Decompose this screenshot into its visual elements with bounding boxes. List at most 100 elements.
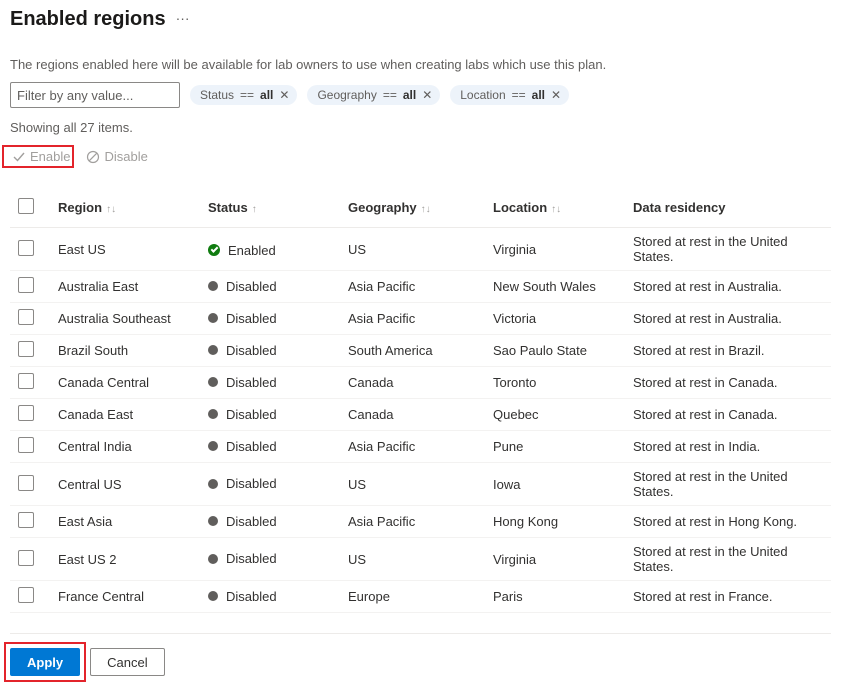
- cell-geography: Canada: [340, 399, 485, 431]
- disabled-icon: [208, 345, 218, 355]
- col-region[interactable]: Region↑↓: [50, 190, 200, 228]
- table-row[interactable]: France CentralDisabledEuropeParisStored …: [10, 581, 831, 613]
- row-checkbox[interactable]: [18, 309, 34, 325]
- cell-location: Hong Kong: [485, 506, 625, 538]
- table-row[interactable]: East USEnabledUSVirginiaStored at rest i…: [10, 228, 831, 271]
- col-status[interactable]: Status↑: [200, 190, 340, 228]
- cell-geography: US: [340, 228, 485, 271]
- cell-location: Quebec: [485, 399, 625, 431]
- disable-button[interactable]: Disable: [86, 149, 147, 164]
- cell-region: Brazil South: [50, 335, 200, 367]
- cell-status: Disabled: [208, 514, 277, 529]
- cell-status: Disabled: [208, 311, 277, 326]
- filter-input[interactable]: [10, 82, 180, 108]
- cell-region: Canada Central: [50, 367, 200, 399]
- table-row[interactable]: Central IndiaDisabledAsia PacificPuneSto…: [10, 431, 831, 463]
- cell-region: France Central: [50, 581, 200, 613]
- cell-residency: Stored at rest in Brazil.: [625, 335, 831, 367]
- row-checkbox[interactable]: [18, 437, 34, 453]
- row-checkbox[interactable]: [18, 550, 34, 566]
- cell-residency: Stored at rest in India.: [625, 431, 831, 463]
- table-row[interactable]: Australia EastDisabledAsia PacificNew So…: [10, 271, 831, 303]
- disabled-icon: [208, 479, 218, 489]
- cell-geography: US: [340, 538, 485, 581]
- cell-region: East US 2: [50, 538, 200, 581]
- cell-residency: Stored at rest in France.: [625, 581, 831, 613]
- row-checkbox[interactable]: [18, 373, 34, 389]
- cell-residency: Stored at rest in Australia.: [625, 303, 831, 335]
- row-checkbox[interactable]: [18, 341, 34, 357]
- col-data-residency[interactable]: Data residency: [625, 190, 831, 228]
- disabled-icon: [208, 516, 218, 526]
- table-row[interactable]: Australia Southeast Disabled Asia PacificV…: [10, 303, 831, 335]
- cell-status: Disabled: [208, 551, 277, 566]
- check-icon: [12, 150, 26, 164]
- sort-up-icon: ↑: [252, 204, 257, 215]
- row-checkbox[interactable]: [18, 512, 34, 528]
- cell-location: Sao Paulo State: [485, 335, 625, 367]
- select-all-checkbox[interactable]: [18, 198, 34, 214]
- cancel-button[interactable]: Cancel: [90, 648, 164, 676]
- page-title: Enabled regions: [10, 8, 166, 31]
- pill-field: Status: [200, 88, 234, 102]
- pill-value: all: [260, 88, 273, 102]
- cell-region: Australia East: [50, 271, 200, 303]
- pill-op: ==: [512, 88, 526, 102]
- filter-pill-geography[interactable]: Geography == all ✕: [307, 85, 440, 105]
- disabled-icon: [208, 313, 218, 323]
- row-checkbox[interactable]: [18, 240, 34, 256]
- table-row[interactable]: Brazil SouthDisabledSouth AmericaSao Pau…: [10, 335, 831, 367]
- cell-status: Disabled: [208, 439, 277, 454]
- disabled-icon: [208, 281, 218, 291]
- pill-op: ==: [383, 88, 397, 102]
- cell-region: East Asia: [50, 506, 200, 538]
- disabled-icon: [208, 441, 218, 451]
- table-row[interactable]: East Asia Disabled Asia PacificHong KongSt…: [10, 506, 831, 538]
- apply-button[interactable]: Apply: [10, 648, 80, 676]
- cell-residency: Stored at rest in Hong Kong.: [625, 506, 831, 538]
- table-row[interactable]: Canada EastDisabledCanadaQuebecStored at…: [10, 399, 831, 431]
- table-row[interactable]: Central USDisabledUSIowaStored at rest i…: [10, 463, 831, 506]
- cell-location: Iowa: [485, 463, 625, 506]
- pill-field: Geography: [317, 88, 376, 102]
- close-icon[interactable]: ✕: [422, 89, 432, 101]
- apply-wrap: Apply: [10, 648, 80, 676]
- cell-region: Australia Southeast: [50, 303, 200, 335]
- filter-pill-location[interactable]: Location == all ✕: [450, 85, 569, 105]
- enable-button[interactable]: Enable: [12, 149, 70, 164]
- sort-icon: ↑↓: [421, 204, 431, 215]
- filter-pill-status[interactable]: Status == all ✕: [190, 85, 297, 105]
- cell-status: Disabled: [208, 279, 277, 294]
- cell-location: Victoria: [485, 303, 625, 335]
- cell-residency: Stored at rest in the United States.: [625, 228, 831, 271]
- cell-status: Enabled: [208, 243, 276, 258]
- more-icon[interactable]: ···: [176, 11, 190, 25]
- row-checkbox[interactable]: [18, 277, 34, 293]
- close-icon[interactable]: ✕: [551, 89, 561, 101]
- row-checkbox[interactable]: [18, 475, 34, 491]
- regions-table: Region↑↓ Status↑ Geography↑↓ Location↑↓ …: [10, 190, 831, 613]
- cell-location: Paris: [485, 581, 625, 613]
- col-geography[interactable]: Geography↑↓: [340, 190, 485, 228]
- table-row[interactable]: East US 2DisabledUSVirginiaStored at res…: [10, 538, 831, 581]
- cell-status: Disabled: [208, 407, 277, 422]
- pill-field: Location: [460, 88, 505, 102]
- page-description: The regions enabled here will be availab…: [10, 57, 831, 72]
- col-location[interactable]: Location↑↓: [485, 190, 625, 228]
- cell-region: East US: [50, 228, 200, 271]
- disabled-icon: [208, 591, 218, 601]
- table-row[interactable]: Canada CentralDisabledCanadaTorontoStore…: [10, 367, 831, 399]
- close-icon[interactable]: ✕: [279, 89, 289, 101]
- cell-geography: Europe: [340, 581, 485, 613]
- disable-label: Disable: [104, 149, 147, 164]
- cell-geography: Asia Pacific: [340, 303, 485, 335]
- cell-location: New South Wales: [485, 271, 625, 303]
- cell-residency: Stored at rest in Australia.: [625, 271, 831, 303]
- pill-value: all: [532, 88, 545, 102]
- cell-geography: South America: [340, 335, 485, 367]
- enabled-icon: [208, 244, 220, 256]
- disabled-icon: [208, 409, 218, 419]
- cell-geography: Asia Pacific: [340, 506, 485, 538]
- cell-status: Disabled: [208, 375, 277, 390]
- row-checkbox[interactable]: [18, 405, 34, 421]
